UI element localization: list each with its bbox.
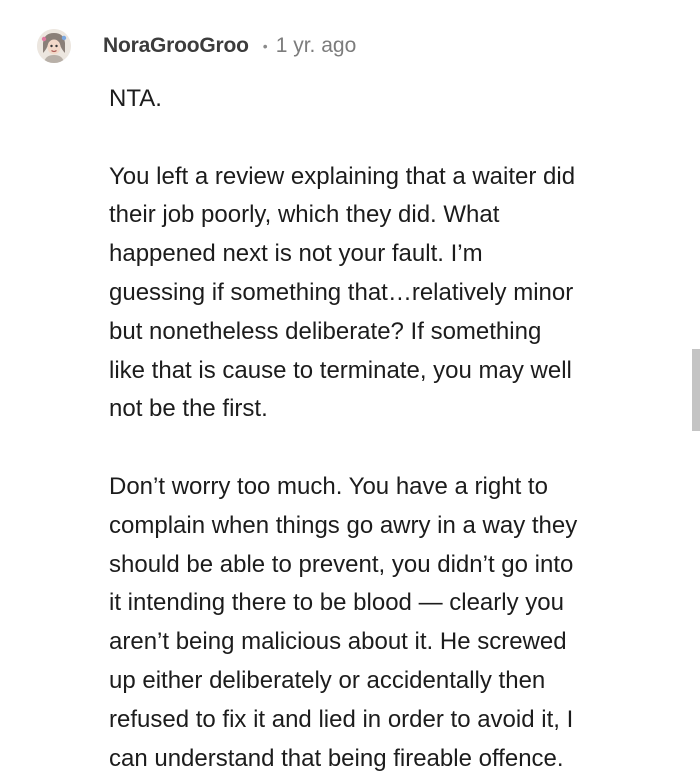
scrollbar-thumb[interactable] xyxy=(692,349,700,431)
username-link[interactable]: NoraGrooGroo xyxy=(103,34,249,58)
comment-paragraph: Don’t worry too much. You have a right t… xyxy=(109,468,654,778)
comment-line: refused to fix it and lied in order to a… xyxy=(109,705,574,733)
comment-line: complain when things go awry in a way th… xyxy=(109,511,578,539)
comment-line: aren’t being malicious about it. He scre… xyxy=(109,628,567,656)
comment-line: guessing if something that…relatively mi… xyxy=(109,278,574,306)
comment-line: should be able to prevent, you didn’t go… xyxy=(109,550,574,578)
comment-line: not be the first. xyxy=(109,395,268,423)
comment-body: NTA. You left a review explaining that a… xyxy=(109,80,654,778)
comment-line: Don’t worry too much. You have a right t… xyxy=(109,472,548,500)
comment-line: happened next is not your fault. I’m xyxy=(109,240,483,268)
meta-separator: • xyxy=(262,38,268,54)
timestamp[interactable]: 1 yr. ago xyxy=(276,34,357,58)
comment-line: but nonetheless deliberate? If something xyxy=(109,317,542,345)
comment-paragraph: NTA. xyxy=(109,80,654,119)
comment-line: like that is cause to terminate, you may… xyxy=(109,356,572,384)
paragraph-spacer xyxy=(109,119,654,158)
comment-line: it intending there to be blood — clearly… xyxy=(109,589,564,617)
paragraph-spacer xyxy=(109,429,654,468)
comment-line: NTA. xyxy=(109,85,162,112)
comment-line: can understand that being fireable offen… xyxy=(109,744,564,772)
comment: NoraGrooGroo • 1 yr. ago NTA. You left a… xyxy=(0,0,700,772)
user-avatar-icon[interactable] xyxy=(37,29,71,63)
comment-paragraph: You left a review explaining that a wait… xyxy=(109,158,654,430)
comment-line: You left a review explaining that a wait… xyxy=(109,162,576,190)
comment-meta: NoraGrooGroo • 1 yr. ago xyxy=(103,31,356,61)
comment-line: their job poorly, which they did. What xyxy=(109,201,500,229)
comment-line: up either deliberately or accidentally t… xyxy=(109,666,546,694)
